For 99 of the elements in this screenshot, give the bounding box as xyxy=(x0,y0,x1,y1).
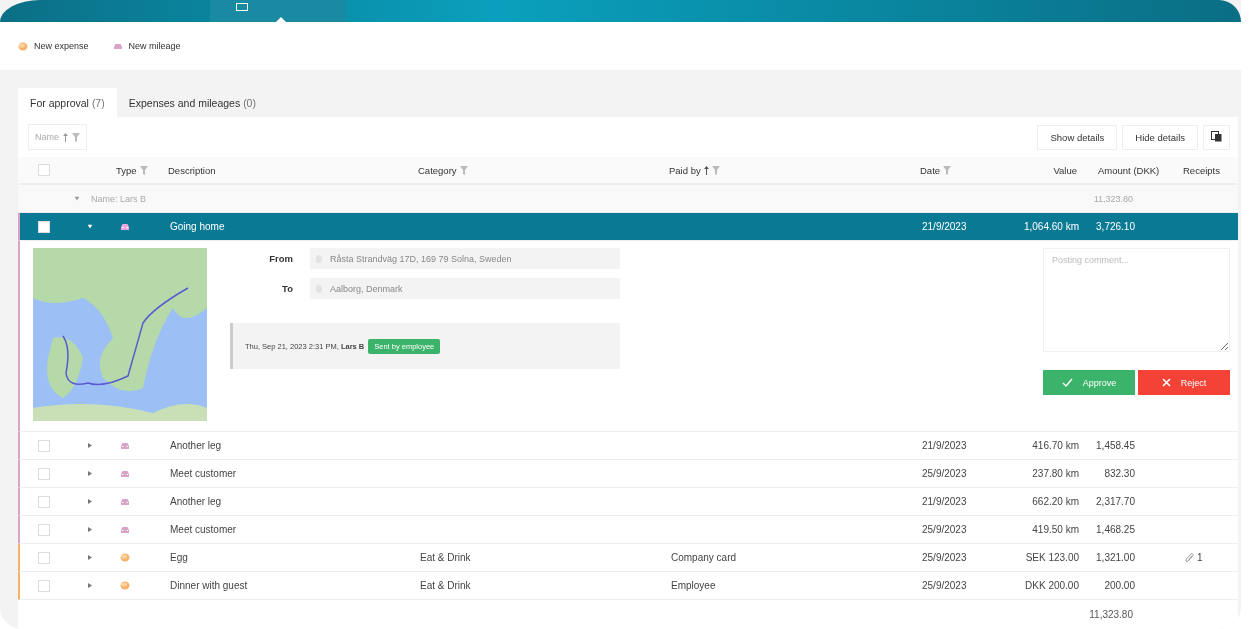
field-label: From xyxy=(268,253,293,264)
description-cell: Meet customer xyxy=(170,524,237,535)
table-row[interactable]: Another leg 21/9/2023 662.20 km 2,317.70 xyxy=(18,488,1238,516)
filter-icon xyxy=(72,132,80,142)
paid-by-cell: Company card xyxy=(671,552,737,563)
row-checkbox[interactable] xyxy=(38,467,50,480)
table-row[interactable]: Egg Eat & Drink Company card 25/9/2023 SEK 123.00 1,321.00 1 xyxy=(18,544,1238,572)
amount-cell: 1,468.25 xyxy=(1096,524,1135,535)
group-total: 11,323.80 xyxy=(1093,193,1133,204)
value-cell: 237.80 km xyxy=(1032,468,1079,479)
field-label: To xyxy=(281,283,293,294)
select-all-checkbox[interactable] xyxy=(38,164,50,176)
date-cell: 25/9/2023 xyxy=(922,552,967,563)
comment-field[interactable]: Posting comment... xyxy=(1043,248,1230,352)
amount-cell: 2,317.70 xyxy=(1096,496,1135,507)
date-cell: 21/9/2023 xyxy=(922,496,967,507)
filter-icon xyxy=(139,165,148,175)
date-cell: 25/9/2023 xyxy=(922,524,967,535)
filter-icon xyxy=(943,165,952,175)
value-cell: 1,064.60 km xyxy=(1023,221,1079,232)
filter-icon xyxy=(459,165,468,175)
caret-icon[interactable] xyxy=(88,499,92,504)
car-icon xyxy=(112,42,123,50)
caret-icon[interactable] xyxy=(87,224,93,229)
table-row[interactable]: Dinner with guest Eat & Drink Employee 25/9/2023 DKK 200.00 200.00 xyxy=(18,572,1238,600)
value-cell: 416.70 km xyxy=(1032,440,1079,451)
row-checkbox[interactable] xyxy=(38,551,50,564)
caret-icon[interactable] xyxy=(74,196,80,201)
caret-icon[interactable] xyxy=(88,443,92,448)
reject-button[interactable]: Reject xyxy=(1138,370,1230,395)
row-checkbox[interactable] xyxy=(38,220,50,233)
car-icon xyxy=(120,441,130,450)
amount-cell: 200.00 xyxy=(1104,580,1135,591)
description-cell: Egg xyxy=(170,552,188,563)
column-header[interactable]: Paid by xyxy=(669,164,720,176)
date-cell: 25/9/2023 xyxy=(922,468,967,479)
row-checkbox[interactable] xyxy=(38,495,50,508)
amount-cell: 832.30 xyxy=(1104,468,1135,479)
car-icon xyxy=(120,222,130,231)
sort-icon xyxy=(703,165,709,175)
category-cell: Eat & Drink xyxy=(420,580,471,591)
paid-by-cell: Employee xyxy=(671,580,716,591)
grand-total: 11,323.80 xyxy=(1089,609,1133,620)
value-cell: 419.50 km xyxy=(1032,524,1079,535)
value-cell: 662.20 km xyxy=(1032,496,1079,507)
amount-cell: 1,458.45 xyxy=(1096,440,1135,451)
column-header[interactable]: Value xyxy=(1053,164,1077,176)
new-mileage-button[interactable]: New mileage xyxy=(110,39,183,53)
column-header[interactable]: Category xyxy=(418,164,468,176)
car-icon xyxy=(120,497,130,506)
description-cell: Going home xyxy=(170,221,225,232)
coins-icon xyxy=(120,581,130,590)
column-header[interactable]: Description xyxy=(168,164,216,176)
amount-cell: 3,726.10 xyxy=(1096,221,1135,232)
receipt-count[interactable]: 1 xyxy=(1197,552,1203,563)
caret-icon[interactable] xyxy=(88,583,92,588)
copy-icon xyxy=(1211,130,1222,142)
details-button[interactable]: Hide details xyxy=(1122,124,1198,150)
amount-cell: 1,321.00 xyxy=(1096,552,1135,563)
date-cell: 21/9/2023 xyxy=(922,221,967,232)
caret-icon[interactable] xyxy=(88,527,92,532)
caret-icon[interactable] xyxy=(88,555,92,560)
row-checkbox[interactable] xyxy=(38,439,50,452)
new-expense-button[interactable]: New expense xyxy=(16,39,91,53)
table-row[interactable]: Another leg 21/9/2023 416.70 km 1,458.45 xyxy=(18,432,1238,460)
value-cell: SEK 123.00 xyxy=(1025,552,1079,563)
category-cell: Eat & Drink xyxy=(420,552,471,563)
table-row[interactable]: Going home 21/9/2023 1,064.60 km 3,726.10 xyxy=(18,213,1238,241)
date-cell: 21/9/2023 xyxy=(922,440,967,451)
column-header[interactable]: Type xyxy=(116,164,148,176)
row-checkbox[interactable] xyxy=(38,579,50,592)
tab[interactable]: For approval (7) xyxy=(18,88,117,117)
description-cell: Another leg xyxy=(170,496,222,507)
paperclip-icon xyxy=(1185,552,1194,563)
column-header[interactable]: Receipts xyxy=(1183,164,1220,176)
coins-icon xyxy=(18,41,28,51)
caret-icon[interactable] xyxy=(88,471,92,476)
description-cell: Dinner with guest xyxy=(170,580,248,591)
description-cell: Another leg xyxy=(170,440,222,451)
column-header[interactable]: Amount (DKK) xyxy=(1098,164,1160,176)
check-icon xyxy=(1061,378,1073,387)
close-icon xyxy=(1161,378,1171,387)
date-cell: 25/9/2023 xyxy=(922,580,967,591)
tab[interactable]: Expenses and mileages (0) xyxy=(116,88,268,117)
group-label: Name: Lars B xyxy=(91,193,147,204)
table-row[interactable]: Meet customer 25/9/2023 237.80 km 832.30 xyxy=(18,460,1238,488)
window-icon xyxy=(236,3,248,11)
table-row[interactable]: Meet customer 25/9/2023 419.50 km 1,468.25 xyxy=(18,516,1238,544)
columns-button[interactable] xyxy=(1203,124,1230,150)
car-icon xyxy=(120,525,130,534)
column-header[interactable]: Date xyxy=(920,164,952,176)
coins-icon xyxy=(120,553,130,562)
value-cell: DKK 200.00 xyxy=(1025,580,1079,591)
description-cell: Meet customer xyxy=(170,468,237,479)
filter-icon xyxy=(711,165,720,175)
sort-icon xyxy=(63,132,68,142)
details-button[interactable]: Show details xyxy=(1037,124,1118,150)
row-checkbox[interactable] xyxy=(38,523,50,536)
car-icon xyxy=(120,469,130,478)
